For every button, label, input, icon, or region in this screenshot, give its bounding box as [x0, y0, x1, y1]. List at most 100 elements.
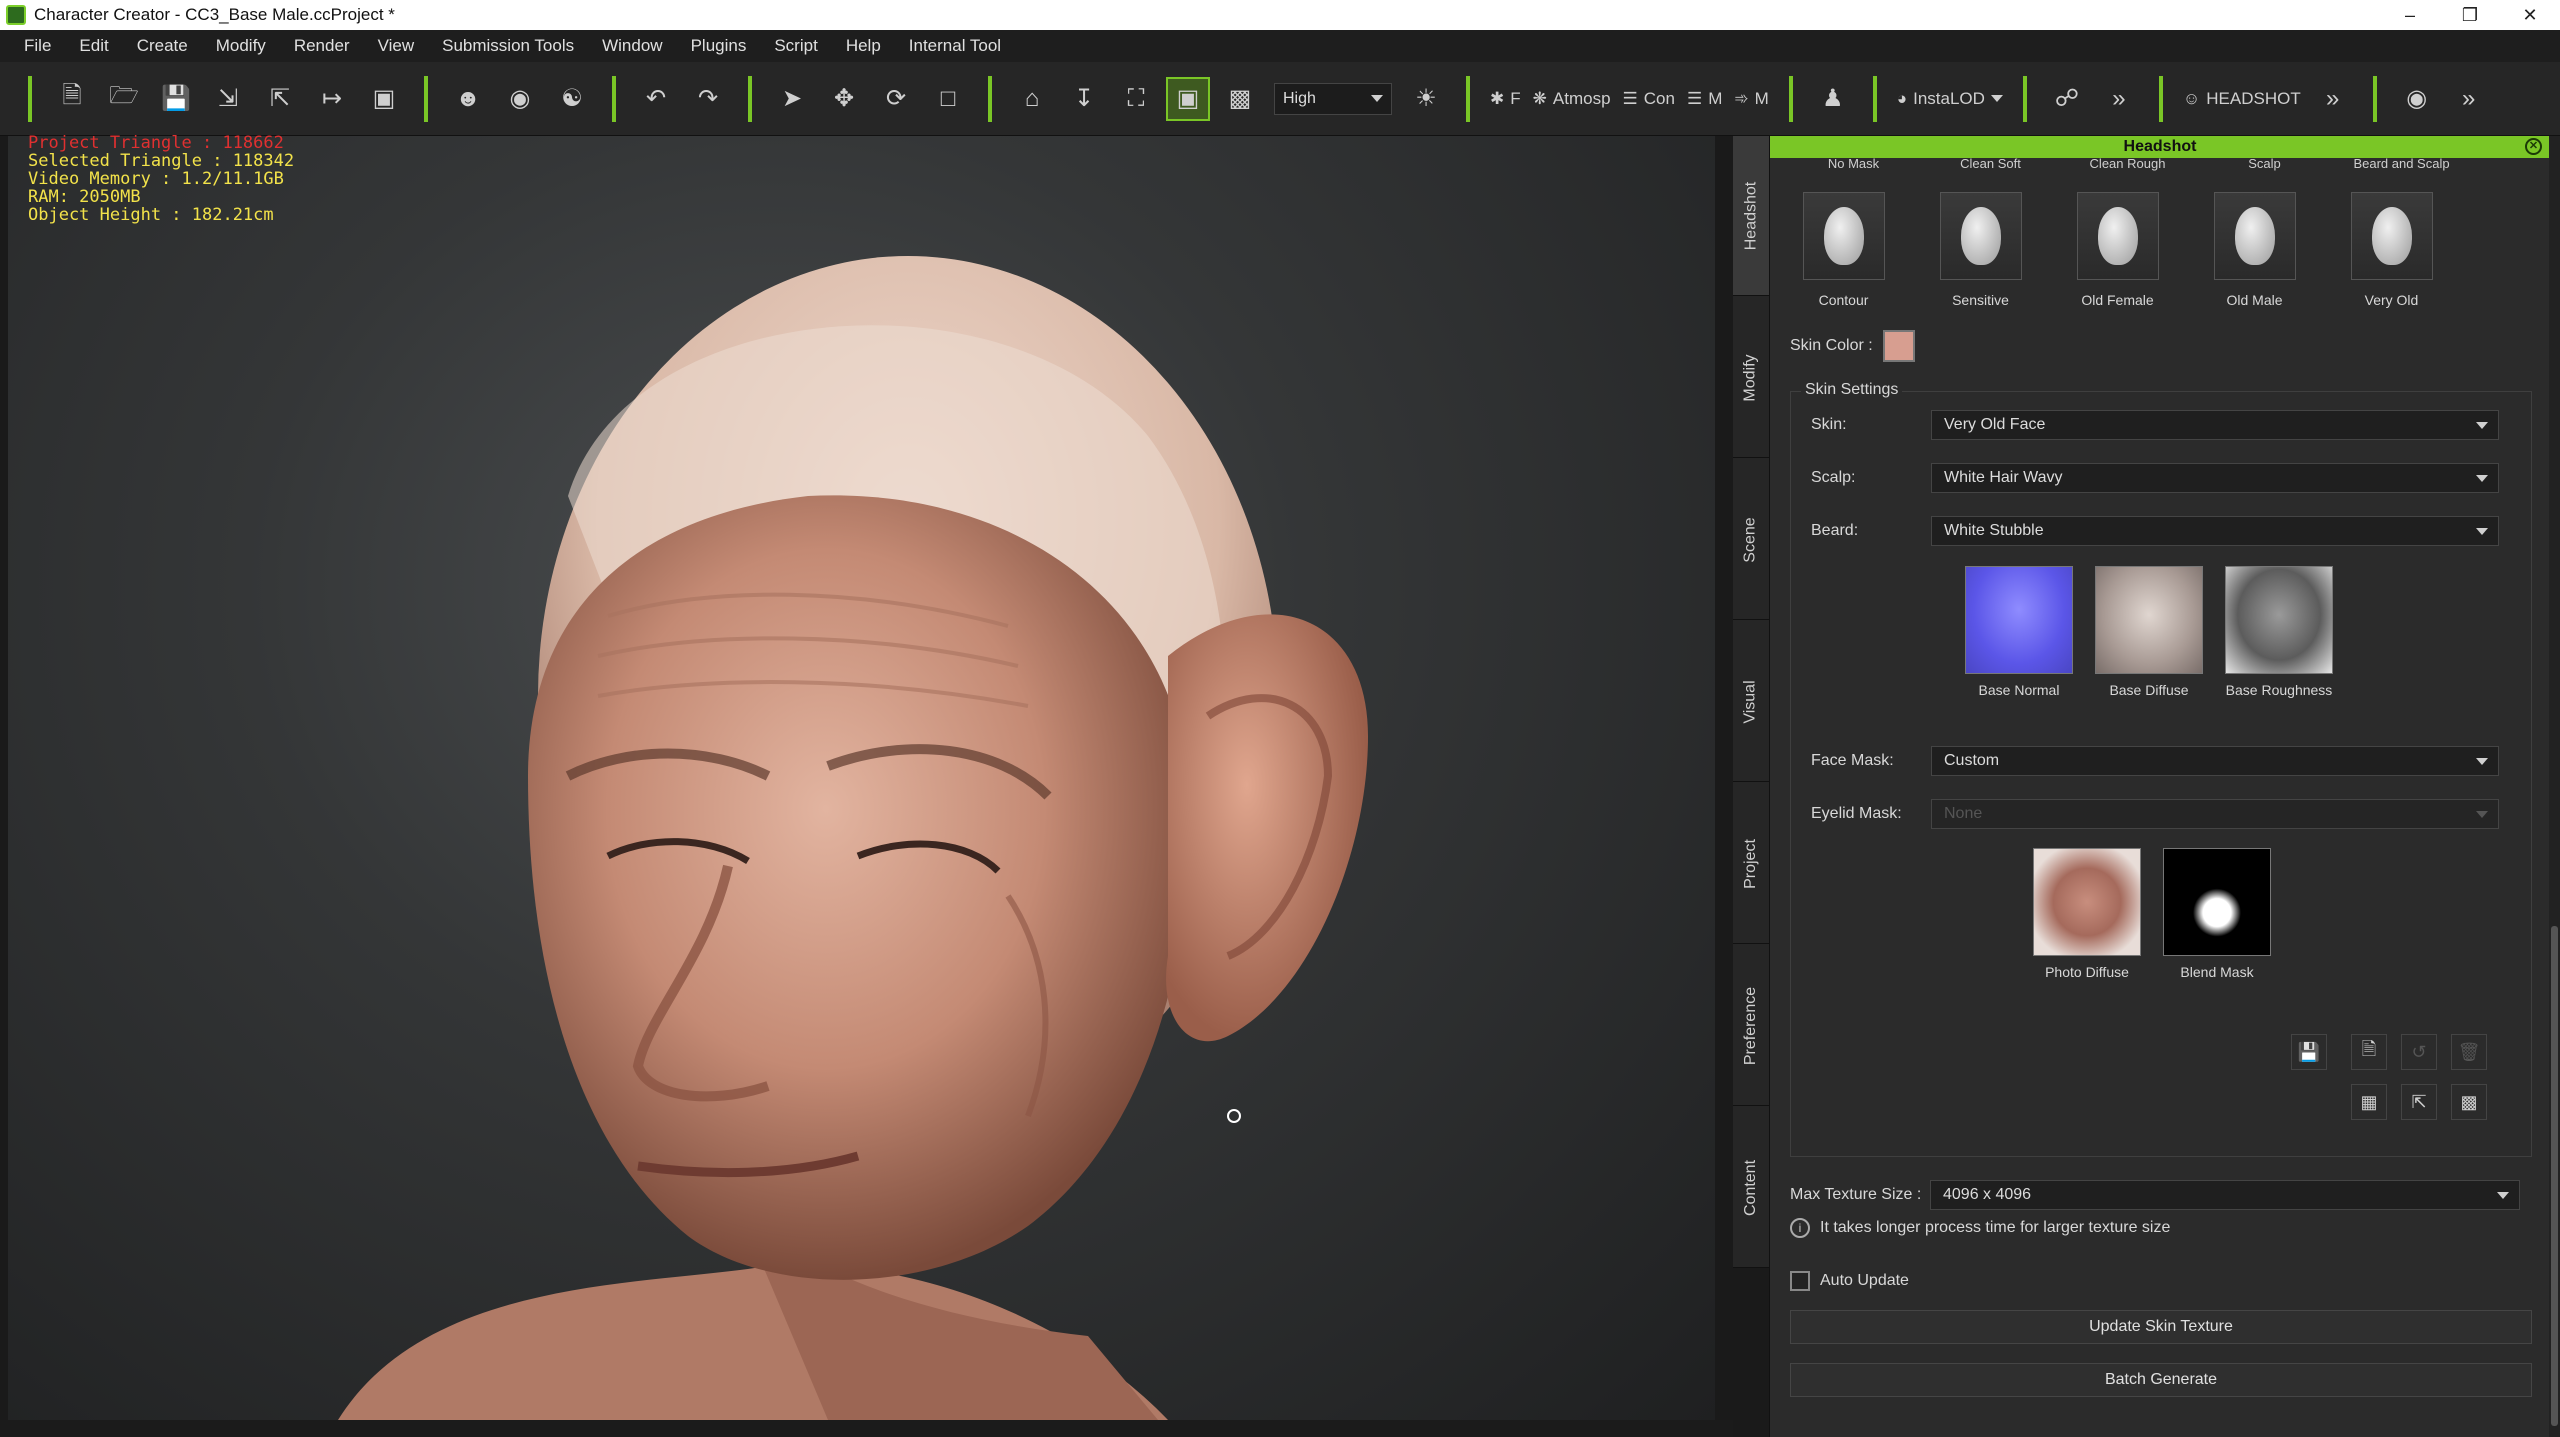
quality-dropdown[interactable]: High — [1274, 82, 1392, 115]
menu-create[interactable]: Create — [123, 36, 202, 56]
menu-help[interactable]: Help — [832, 36, 895, 56]
preset-label: Sensitive — [1952, 292, 2009, 308]
restore-button[interactable]: ❐ — [2440, 0, 2500, 30]
photo-diffuse-texture[interactable]: Photo Diffuse — [2027, 848, 2147, 980]
double-chevron-icon[interactable]: » — [2447, 77, 2491, 121]
tab-scene[interactable]: Scene — [1733, 460, 1769, 620]
zoom-extents-icon[interactable]: ⛶ — [1114, 77, 1158, 121]
move-icon[interactable]: ✥ — [822, 77, 866, 121]
render-icon[interactable]: ▣ — [362, 77, 406, 121]
export-texture-button[interactable]: ⇱ — [2401, 1084, 2437, 1120]
skin-color-row: Skin Color : — [1790, 330, 1915, 362]
motion-button[interactable]: ➾ M — [1734, 89, 1768, 109]
globe-icon[interactable]: ◉ — [2395, 77, 2439, 121]
open-folder-icon[interactable]: 🗁 — [102, 77, 146, 121]
menu-modify[interactable]: Modify — [202, 36, 280, 56]
import-icon[interactable]: ⇲ — [206, 77, 250, 121]
3d-viewport[interactable] — [8, 136, 1715, 1420]
close-icon[interactable]: ✕ — [2525, 138, 2542, 155]
preset-contour[interactable]: Contour — [1790, 192, 1897, 308]
max-texture-dropdown[interactable]: 4096 x 4096 — [1930, 1180, 2520, 1210]
fit-icon[interactable]: ↧ — [1062, 77, 1106, 121]
menu-edit[interactable]: Edit — [65, 36, 122, 56]
character-icon[interactable]: ♟ — [1811, 77, 1855, 121]
menu-plugins[interactable]: Plugins — [677, 36, 761, 56]
minimize-button[interactable]: – — [2380, 0, 2440, 30]
light-icon[interactable]: ☀ — [1404, 77, 1448, 121]
face-mask-dropdown[interactable]: Custom — [1931, 746, 2499, 776]
new-preset-button[interactable]: 🗎 — [2351, 1034, 2387, 1070]
face-mask-row: Face Mask: Custom — [1811, 746, 2499, 776]
scale-icon[interactable]: □ — [926, 77, 970, 121]
fx-button[interactable]: ✱ F — [1490, 89, 1521, 109]
auto-update-checkbox[interactable] — [1790, 1271, 1810, 1291]
export-icon[interactable]: ⇱ — [258, 77, 302, 121]
base-roughness-texture[interactable]: Base Roughness — [2219, 566, 2339, 698]
conform-button[interactable]: ☰ Con — [1623, 89, 1675, 109]
double-chevron-icon[interactable]: » — [2311, 77, 2355, 121]
preset-header-label: Clean Rough — [2089, 156, 2166, 171]
beard-label: Beard: — [1811, 522, 1859, 539]
head-icon — [2371, 207, 2412, 265]
tab-content[interactable]: Content — [1733, 1108, 1769, 1268]
reset-icon: ↺ — [2411, 1041, 2427, 1062]
rotate-icon[interactable]: ⟳ — [874, 77, 918, 121]
toolbar-separator — [28, 75, 32, 122]
pose-icon[interactable]: ☯ — [550, 77, 594, 121]
window-controls: – ❐ ✕ — [2380, 0, 2560, 30]
tab-modify[interactable]: Modify — [1733, 298, 1769, 458]
tab-preference[interactable]: Preference — [1733, 946, 1769, 1106]
new-file-icon[interactable]: 🗎 — [50, 77, 94, 121]
save-preset-button[interactable]: 💾 — [2291, 1034, 2327, 1070]
headshot-button[interactable]: ☺ HEADSHOT — [2183, 89, 2301, 109]
menu-window[interactable]: Window — [588, 36, 676, 56]
home-icon[interactable]: ⌂ — [1010, 77, 1054, 121]
close-button[interactable]: ✕ — [2500, 0, 2560, 30]
grid-view-button[interactable]: ▦ — [2351, 1084, 2387, 1120]
instalod-button[interactable]: ◕ InstaLOD — [1897, 89, 2003, 109]
atmosphere-button[interactable]: ❋ Atmosp — [1533, 89, 1611, 109]
plugin-icon[interactable]: ☍ — [2045, 77, 2089, 121]
tab-project[interactable]: Project — [1733, 784, 1769, 944]
toolbar-separator — [1466, 75, 1470, 122]
batch-generate-button[interactable]: Batch Generate — [1790, 1363, 2532, 1397]
checker-button[interactable]: ▩ — [2451, 1084, 2487, 1120]
menu-submission-tools[interactable]: Submission Tools — [428, 36, 588, 56]
preset-old-male[interactable]: Old Male — [2201, 192, 2308, 308]
update-skin-texture-button[interactable]: Update Skin Texture — [1790, 1310, 2532, 1344]
preset-very-old[interactable]: Very Old — [2338, 192, 2445, 308]
base-diffuse-texture[interactable]: Base Diffuse — [2089, 566, 2209, 698]
menu-script[interactable]: Script — [760, 36, 831, 56]
grid-icon: ▦ — [2360, 1091, 2378, 1112]
save-icon[interactable]: 💾 — [154, 77, 198, 121]
double-chevron-icon[interactable]: » — [2097, 77, 2141, 121]
info-text: It takes longer process time for larger … — [1820, 1219, 2171, 1236]
panel-scrollbar[interactable] — [2549, 136, 2560, 1437]
preset-old-female[interactable]: Old Female — [2064, 192, 2171, 308]
preset-sensitive[interactable]: Sensitive — [1927, 192, 2034, 308]
head-icon — [2234, 207, 2275, 265]
exit-icon[interactable]: ↦ — [310, 77, 354, 121]
scrollbar-thumb[interactable] — [2551, 926, 2558, 1426]
skin-dropdown[interactable]: Very Old Face — [1931, 410, 2499, 440]
avatar-icon[interactable]: ☻ — [446, 77, 490, 121]
select-arrow-icon[interactable]: ➤ — [770, 77, 814, 121]
menu-internal-tool[interactable]: Internal Tool — [895, 36, 1015, 56]
toolbar-separator — [2372, 75, 2377, 122]
base-normal-texture[interactable]: Base Normal — [1959, 566, 2079, 698]
menu-render[interactable]: Render — [280, 36, 364, 56]
camera-icon[interactable]: ▩ — [1218, 77, 1262, 121]
menu-view[interactable]: View — [364, 36, 429, 56]
modify-button[interactable]: ☰ M — [1687, 89, 1722, 109]
skin-color-swatch[interactable] — [1882, 330, 1915, 362]
redo-icon[interactable]: ↷ — [686, 77, 730, 121]
beard-dropdown[interactable]: White Stubble — [1931, 516, 2499, 546]
scalp-dropdown[interactable]: White Hair Wavy — [1931, 463, 2499, 493]
blend-mask-texture[interactable]: Blend Mask — [2157, 848, 2277, 980]
frame-selected-icon[interactable]: ▣ — [1166, 76, 1210, 121]
tab-visual[interactable]: Visual — [1733, 622, 1769, 782]
tab-headshot[interactable]: Headshot — [1733, 136, 1769, 296]
morph-icon[interactable]: ◉ — [498, 77, 542, 121]
menu-file[interactable]: File — [10, 36, 65, 56]
undo-icon[interactable]: ↶ — [634, 77, 678, 121]
